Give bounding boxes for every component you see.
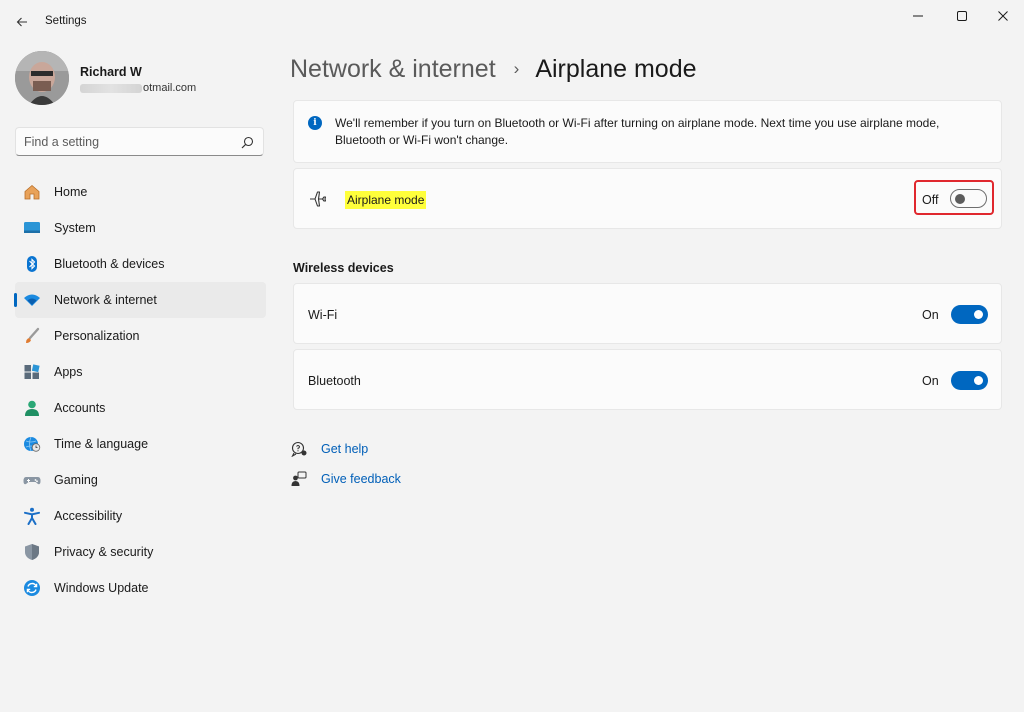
sidebar-item-privacy-security[interactable]: Privacy & security <box>15 534 266 570</box>
toggle-knob <box>974 310 983 319</box>
gamepad-icon <box>23 471 41 489</box>
wifi-toggle[interactable] <box>951 305 988 324</box>
search-input[interactable] <box>24 133 234 151</box>
avatar[interactable] <box>15 51 69 105</box>
minimize-icon <box>913 15 923 17</box>
sidebar-item-label: Accessibility <box>54 509 123 523</box>
update-icon <box>23 579 41 597</box>
accounts-icon <box>23 399 41 417</box>
close-icon <box>998 11 1008 21</box>
sidebar-item-label: Apps <box>54 365 83 379</box>
active-indicator <box>14 293 17 307</box>
toggle-knob <box>974 376 983 385</box>
avatar-photo-icon <box>15 51 69 105</box>
maximize-icon <box>957 11 967 21</box>
back-button[interactable] <box>10 10 34 34</box>
app-title: Settings <box>45 15 87 27</box>
home-icon <box>23 183 41 201</box>
chevron-right-icon: › <box>513 59 520 78</box>
sidebar-item-bluetooth-devices[interactable]: Bluetooth & devices <box>15 246 266 282</box>
airplane-icon <box>310 191 327 207</box>
close-button[interactable] <box>983 2 1023 30</box>
bluetooth-state: On <box>922 374 939 388</box>
wifi-setting: Wi-Fi On <box>293 283 1002 344</box>
sidebar-item-gaming[interactable]: Gaming <box>15 462 266 498</box>
wifi-label: Wi-Fi <box>308 308 338 322</box>
sidebar-item-label: System <box>54 221 96 235</box>
sidebar-nav: Home System Bluetooth & devices Network … <box>14 174 266 606</box>
settings-window: Settings Richard W otmail.com Find a set… <box>0 0 1024 712</box>
info-text: We'll remember if you turn on Bluetooth … <box>335 116 940 147</box>
feedback-icon <box>290 470 308 488</box>
breadcrumb-parent[interactable]: Network & internet <box>290 55 496 84</box>
sidebar-item-label: Gaming <box>54 473 98 487</box>
toggle-knob <box>955 194 965 204</box>
sidebar-item-personalization[interactable]: Personalization <box>15 318 266 354</box>
airplane-mode-toggle[interactable] <box>950 189 987 208</box>
sidebar-item-label: Windows Update <box>54 581 149 595</box>
user-name: Richard W <box>80 65 142 79</box>
sidebar-item-accessibility[interactable]: Accessibility <box>15 498 266 534</box>
sidebar-item-label: Time & language <box>54 437 149 451</box>
sidebar-item-label: Personalization <box>54 329 140 343</box>
airplane-mode-state: Off <box>922 193 939 207</box>
bluetooth-toggle[interactable] <box>951 371 988 390</box>
title-bar: Settings <box>0 0 1024 44</box>
info-icon: i <box>308 116 322 130</box>
page-title: Airplane mode <box>535 54 697 83</box>
get-help-link[interactable]: Get help <box>290 439 368 459</box>
sidebar-item-home[interactable]: Home <box>15 174 266 210</box>
breadcrumb: Network & internet › Airplane mode <box>290 52 697 86</box>
search-box[interactable] <box>15 127 264 156</box>
globe-clock-icon <box>23 435 41 453</box>
sidebar-item-label: Network & internet <box>54 293 157 307</box>
get-help-label: Get help <box>321 442 369 456</box>
sidebar-item-label: Home <box>54 185 88 199</box>
sidebar-item-windows-update[interactable]: Windows Update <box>15 570 266 606</box>
accessibility-icon <box>23 507 41 525</box>
minimize-button[interactable] <box>898 2 938 30</box>
sidebar-item-label: Bluetooth & devices <box>54 257 165 271</box>
sidebar-item-accounts[interactable]: Accounts <box>15 390 266 426</box>
bluetooth-icon <box>23 255 41 273</box>
sidebar-item-time-language[interactable]: Time & language <box>15 426 266 462</box>
email-redaction <box>80 83 142 93</box>
sidebar-item-system[interactable]: System <box>15 210 266 246</box>
sidebar-item-apps[interactable]: Apps <box>15 354 266 390</box>
wifi-state: On <box>922 308 939 322</box>
bluetooth-setting: Bluetooth On <box>293 349 1002 410</box>
user-email: otmail.com <box>80 82 196 94</box>
section-title-wireless-devices: Wireless devices <box>293 261 394 275</box>
sidebar-item-label: Accounts <box>54 401 106 415</box>
give-feedback-label: Give feedback <box>321 472 401 486</box>
shield-icon <box>23 543 41 561</box>
airplane-mode-label: Airplane mode <box>345 191 427 209</box>
user-email-text: otmail.com <box>143 82 197 94</box>
airplane-mode-setting: Airplane mode Off <box>293 168 1002 229</box>
sidebar-item-network-internet[interactable]: Network & internet <box>14 282 266 318</box>
help-chat-icon <box>290 440 308 458</box>
wifi-icon <box>23 291 41 309</box>
apps-icon <box>23 363 41 381</box>
give-feedback-link[interactable]: Give feedback <box>290 469 401 489</box>
search-icon[interactable] <box>241 136 254 149</box>
info-card: i We'll remember if you turn on Bluetoot… <box>293 100 1002 163</box>
bluetooth-label: Bluetooth <box>308 374 361 388</box>
brush-icon <box>23 327 41 345</box>
maximize-button[interactable] <box>942 2 982 30</box>
system-icon <box>23 219 41 237</box>
sidebar-item-label: Privacy & security <box>54 545 154 559</box>
back-arrow-icon <box>16 17 27 27</box>
